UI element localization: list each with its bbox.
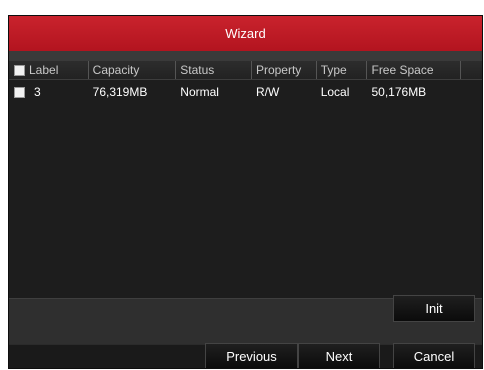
select-all-checkbox[interactable] (14, 64, 25, 76)
title-bar: Wizard (9, 16, 482, 51)
header-spacer (461, 61, 482, 79)
next-button[interactable]: Next (298, 343, 380, 368)
cell-status: Normal (180, 85, 219, 99)
row-checkbox[interactable] (14, 86, 25, 98)
header-label: Label (9, 61, 89, 79)
header-capacity: Capacity (89, 61, 177, 79)
cell-capacity: 76,319MB (92, 85, 148, 99)
window-title: Wizard (225, 26, 266, 41)
table-row[interactable]: 3 76,319MB Normal R/W Local 50,176MB (9, 83, 482, 101)
cell-free-space: 50,176MB (371, 85, 427, 99)
header-free-space: Free Space (367, 61, 462, 79)
header-property: Property (252, 61, 317, 79)
previous-button[interactable]: Previous (205, 343, 298, 368)
init-button[interactable]: Init (393, 295, 475, 322)
disk-table: Label Capacity Status Property Type Free… (9, 61, 482, 298)
cell-property: R/W (255, 85, 280, 99)
table-header: Label Capacity Status Property Type Free… (9, 61, 482, 80)
cancel-button[interactable]: Cancel (393, 343, 475, 368)
header-type: Type (317, 61, 368, 79)
cell-spacer (461, 83, 482, 101)
cell-type: Local (320, 85, 350, 99)
cell-label: 3 (9, 83, 89, 101)
header-status: Status (176, 61, 252, 79)
wizard-window: Wizard Label Capacity Status Property Ty… (8, 15, 483, 369)
